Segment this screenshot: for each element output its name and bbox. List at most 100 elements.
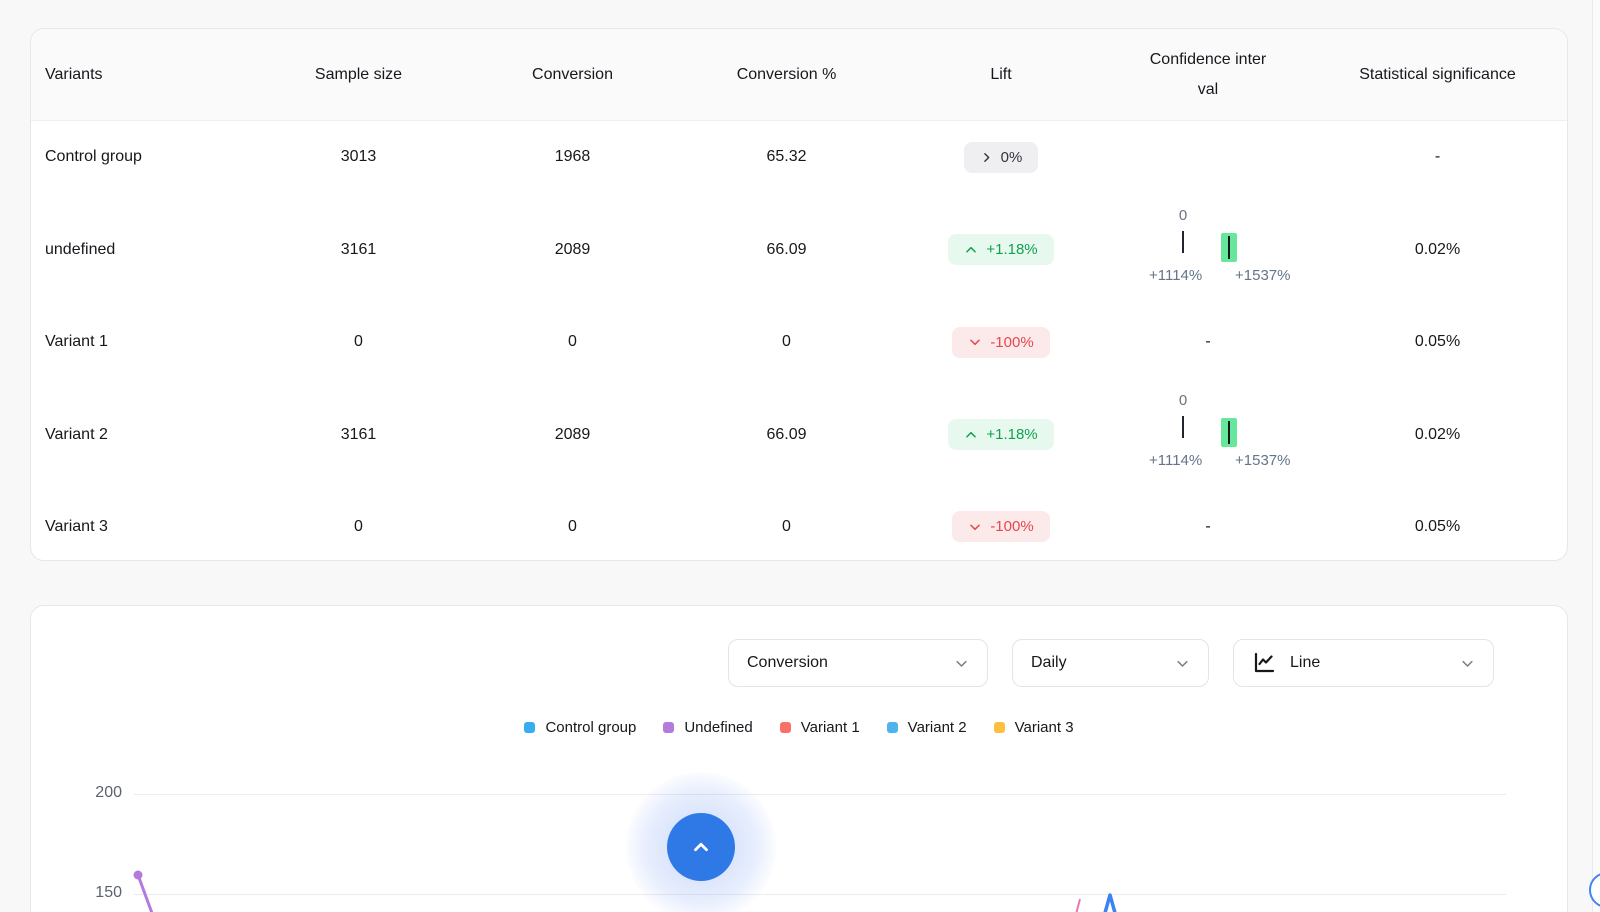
legend-swatch-variant-2 [887,722,898,733]
legend-label: Control group [545,719,636,736]
col-header-sample-size: Sample size [251,66,466,84]
chevron-down-icon [954,656,969,671]
col-header-statistical-significance: Statistical significance [1308,60,1567,90]
confidence-interval-cell: 0 +1114% +1537% [1108,210,1308,290]
col-header-conversion: Conversion [466,66,679,84]
conversion-pct-value: 66.09 [679,241,894,259]
legend-swatch-variant-1 [780,722,791,733]
lift-value: -100% [990,518,1033,535]
col-header-confidence-interval: Confidence interval [1108,45,1308,105]
undefined-series-point [134,871,143,880]
chart-legend: Control group Undefined Variant 1 Varian… [31,719,1567,736]
lift-badge[interactable]: -100% [952,511,1049,542]
ci-range-box [1221,233,1237,262]
ci-zero-label: 0 [1175,392,1191,409]
conversion-pct-value: 0 [679,333,894,351]
gridline-150 [134,894,1506,895]
significance-value: 0.02% [1308,426,1567,444]
sample-size-value: 3161 [251,426,466,444]
conversion-value: 0 [466,333,679,351]
conversion-value: 2089 [466,426,679,444]
chevron-down-icon [1460,656,1475,671]
chevron-up-icon [964,428,978,442]
chevron-down-icon [968,335,982,349]
edge-floating-button[interactable] [1589,872,1600,908]
legend-swatch-undefined [663,722,674,733]
y-axis-tick-150: 150 [74,884,122,902]
lift-value: 0% [1001,149,1023,166]
lift-badge[interactable]: +1.18% [948,234,1053,265]
conversion-value: 0 [466,518,679,536]
ci-high-label: +1537% [1235,452,1290,469]
ci-zero-tick [1182,231,1184,253]
variant-name: Variant 2 [31,426,251,444]
granularity-dropdown[interactable]: Daily [1012,639,1209,687]
significance-value: 0.02% [1308,241,1567,259]
conversion-pct-value: 65.32 [679,148,894,166]
col-header-variants: Variants [31,66,251,84]
variant-name: Control group [31,148,251,166]
legend-label: Undefined [684,719,752,736]
sample-size-value: 0 [251,518,466,536]
confidence-interval-cell: - [1108,333,1308,351]
legend-swatch-control-group [524,722,535,733]
legend-label: Variant 1 [801,719,860,736]
conversion-pct-value: 66.09 [679,426,894,444]
y-axis-tick-200: 200 [74,784,122,802]
ci-low-label: +1114% [1149,452,1202,469]
legend-item-variant-3[interactable]: Variant 3 [994,719,1074,736]
variant-series-segment [1075,899,1080,912]
ci-low-label: +1114% [1149,267,1202,284]
col-header-lift: Lift [894,66,1108,84]
confidence-interval-cell: - [1108,518,1308,536]
results-table-card: Variants Sample size Conversion Conversi… [30,28,1568,561]
conversion-value: 1968 [466,148,679,166]
chevron-up-icon [964,243,978,257]
line-chart-icon [1252,651,1276,675]
variant-name: Variant 3 [31,518,251,536]
chart-type-dropdown[interactable]: Line [1233,639,1494,687]
control-group-series-spike [1103,895,1117,912]
variant-name: Variant 1 [31,333,251,351]
scrollbar-track[interactable] [1592,0,1600,912]
lift-badge[interactable]: +1.18% [948,419,1053,450]
scroll-top-button[interactable] [667,813,735,881]
chevron-down-icon [1175,656,1190,671]
legend-item-variant-1[interactable]: Variant 1 [780,719,860,736]
sample-size-value: 3161 [251,241,466,259]
ci-range-box [1221,418,1237,447]
granularity-dropdown-value: Daily [1031,654,1163,672]
lift-badge[interactable]: -100% [952,327,1049,358]
table-row-control-group: Control group 3013 1968 65.32 0% - [31,121,1567,193]
chevron-up-icon [690,836,712,858]
table-row-variant-3: Variant 3 0 0 0 -100% - 0.05% [31,491,1567,561]
lift-value: +1.18% [986,426,1037,443]
lift-value: +1.18% [986,241,1037,258]
conversion-value: 2089 [466,241,679,259]
legend-item-control-group[interactable]: Control group [524,719,636,736]
legend-label: Variant 2 [908,719,967,736]
legend-item-undefined[interactable]: Undefined [663,719,752,736]
lift-value: -100% [990,334,1033,351]
legend-item-variant-2[interactable]: Variant 2 [887,719,967,736]
confidence-interval-viz: 0 +1114% +1537% [1123,210,1293,290]
table-row-undefined: undefined 3161 2089 66.09 +1.18% 0 +1114… [31,193,1567,306]
significance-value: - [1308,148,1567,166]
metric-dropdown-value: Conversion [747,654,942,672]
sample-size-value: 0 [251,333,466,351]
table-row-variant-2: Variant 2 3161 2089 66.09 +1.18% 0 +1114… [31,378,1567,491]
ci-high-label: +1537% [1235,267,1290,284]
conversion-pct-value: 0 [679,518,894,536]
ci-zero-tick [1182,416,1184,438]
table-header-row: Variants Sample size Conversion Conversi… [31,29,1567,121]
significance-value: 0.05% [1308,518,1567,536]
chevron-right-icon [980,151,993,164]
lift-badge[interactable]: 0% [964,142,1039,173]
metric-dropdown[interactable]: Conversion [728,639,988,687]
legend-label: Variant 3 [1015,719,1074,736]
ci-zero-label: 0 [1175,207,1191,224]
significance-value: 0.05% [1308,333,1567,351]
confidence-interval-viz: 0 +1114% +1537% [1123,395,1293,475]
confidence-interval-cell: 0 +1114% +1537% [1108,395,1308,475]
chart-type-dropdown-value: Line [1290,654,1448,672]
